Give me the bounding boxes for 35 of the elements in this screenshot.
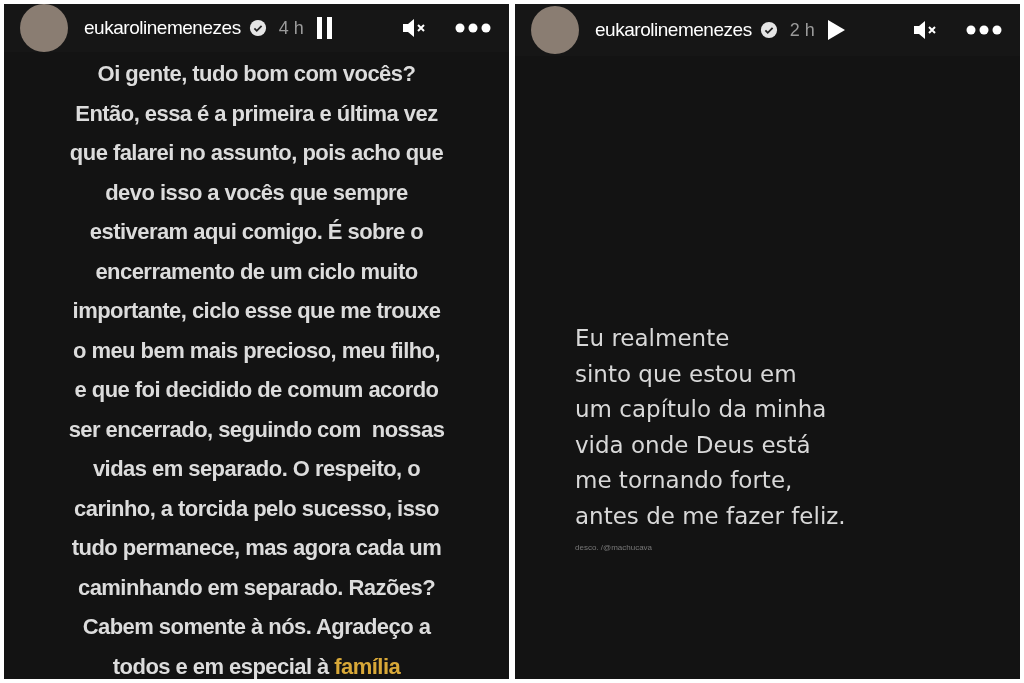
quote-text-line: antes de me fazer feliz. [575,501,847,531]
story-text-line: devo isso a vocês que sempre [105,178,408,207]
story-text-line: importante, ciclo esse que me trouxe [72,297,441,325]
story-text-line: encerramento de um ciclo muito [95,257,418,286]
speaker-icon [401,17,427,39]
avatar[interactable] [531,6,579,54]
speaker-icon [912,19,938,41]
story-text-line: vidas em separado. O respeito, o [92,455,421,483]
quote-credit: desco. /@machucava [575,542,654,554]
more-dots-icon [966,25,1002,35]
time-ago: 2 h [789,18,815,42]
story-text-line: estiveram aqui comigo. É sobre o [89,218,424,246]
story-text-line: ser encerrado, seguindo com nossas [68,415,445,444]
story-text-line: Cabem somente à nós. Agradeço a [82,613,431,641]
quote-text-line: vida onde Deus está [575,430,812,460]
time-ago: 4 h [278,16,304,40]
story-text-line: caminhando em separado. Razões? [77,573,436,602]
story-text-line: Oi gente, tudo bom com vocês? [97,60,416,88]
story-text-line: tudo permanece, mas agora cada um [71,534,442,562]
story-text-line: e que foi decidido de comum acordo [74,376,439,404]
username[interactable]: eukarolinemenezes [595,15,752,45]
play-icon [825,19,846,41]
story-text-line: que falarei no assunto, pois acho que [69,139,444,167]
quote-text-line: me tornando forte, [575,466,794,495]
story-text-line: todos e em especial à família [112,652,401,679]
pause-icon [315,17,334,39]
avatar[interactable] [20,4,68,52]
quote-text-line: um capítulo da minha [575,395,828,424]
story-text-line: carinho, a torcida pelo sucesso, isso [74,494,439,523]
more-dots-icon [455,23,491,33]
story-text-line: Então, essa é a primeira e última vez [75,99,438,128]
username[interactable]: eukarolinemenezes [84,13,241,43]
quote-text-line: sinto que estou em [575,359,798,389]
quote-text-line: Eu realmente [575,324,731,353]
story-text-line: o meu bem mais precioso, meu filho, [72,336,441,365]
